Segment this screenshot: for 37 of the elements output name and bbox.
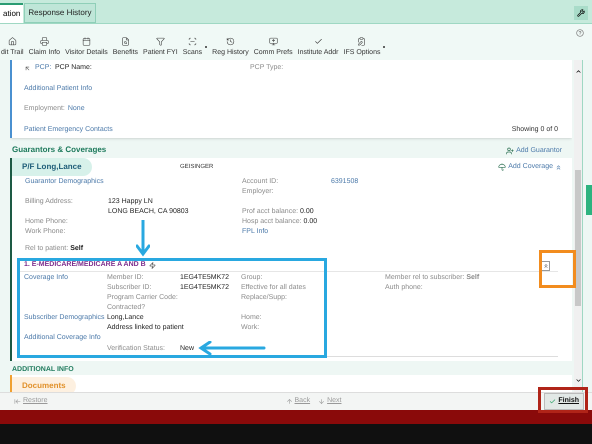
document-search-icon [120,36,130,46]
collapse-icon [555,164,562,170]
guarantor-name: P/F Long,Lance [12,158,92,176]
documents-heading: Documents [12,377,76,392]
scrollbar[interactable] [574,60,582,392]
scroll-down-icon [574,377,582,384]
scan-icon [188,36,197,46]
bar-arrow-icon [14,398,21,405]
collapse-button[interactable] [541,260,550,270]
tab[interactable]: Response History [24,3,96,23]
house-icon [8,36,17,46]
tab[interactable]: ation [0,3,24,23]
filter-icon [156,36,165,46]
check-icon [549,398,556,405]
person-plus-icon [506,146,514,155]
umbrella-icon [498,163,506,171]
down-arrow-icon [318,398,326,405]
monitor-icon [268,36,278,46]
printer-icon [40,36,49,46]
settings-button[interactable] [574,6,588,20]
scroll-thumb[interactable] [575,170,581,306]
section-heading: Guarantors & Coverages [12,144,106,156]
calendar-icon [82,36,91,46]
check-icon [314,36,323,46]
wrench-icon [577,9,585,17]
highlight-frame [539,250,576,288]
help-icon [576,29,584,37]
highlight-frame [538,387,588,413]
side-panel-handle[interactable] [586,185,592,215]
history-icon [226,36,235,46]
arrow-drawing [136,220,150,258]
up-left-arrow-icon [24,64,31,72]
clipboard-icon [357,36,366,46]
up-arrow-icon [286,398,293,405]
lightning-icon [148,262,156,269]
arrow-drawing [198,341,266,355]
scroll-up-icon [574,68,582,75]
